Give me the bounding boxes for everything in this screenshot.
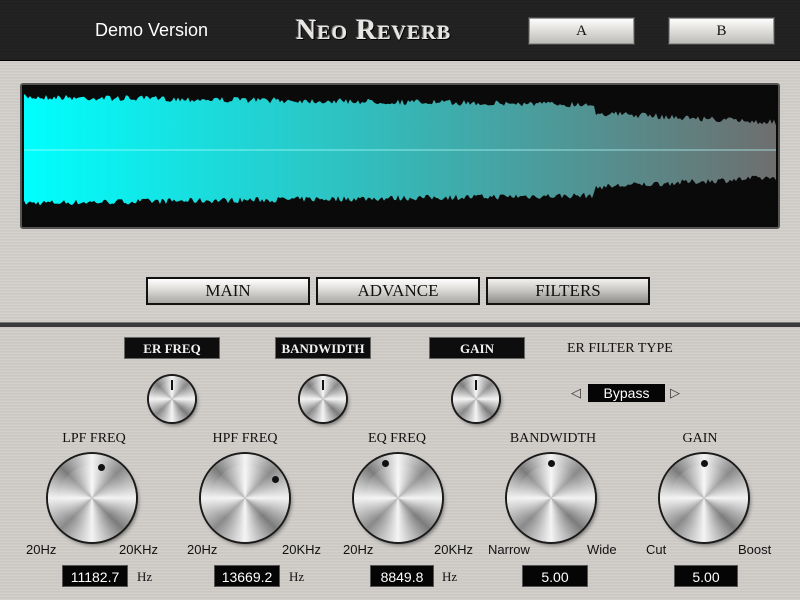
lpf-max-label: 20KHz	[119, 542, 159, 557]
waveform-display	[20, 83, 780, 229]
eq-bandwidth-knob[interactable]	[507, 454, 595, 542]
bandwidth-min-label: Narrow	[488, 542, 530, 557]
eq-min-label: 20Hz	[343, 542, 374, 557]
lpf-freq-title: LPF FREQ	[62, 431, 126, 446]
hpf-max-label: 20KHz	[282, 542, 322, 557]
preset-b-button[interactable]: B	[668, 17, 775, 45]
bandwidth-value[interactable]: 5.00	[522, 565, 588, 587]
gain-value[interactable]: 5.00	[674, 565, 738, 587]
plugin-title: Neo Reverb	[296, 15, 452, 46]
gain-min-label: Cut	[646, 542, 667, 557]
demo-version-label: Demo Version	[95, 20, 209, 40]
tab-main[interactable]: MAIN	[146, 277, 310, 305]
hpf-freq-knob[interactable]	[201, 454, 289, 542]
upper-panel: MAIN ADVANCE FILTERS	[0, 61, 800, 323]
eq-gain-title: GAIN	[682, 431, 718, 446]
eq-freq-knob[interactable]	[354, 454, 442, 542]
er-freq-knob[interactable]	[149, 376, 195, 422]
er-bandwidth-knob[interactable]	[300, 376, 346, 422]
lpf-freq-value[interactable]: 11182.7	[62, 565, 128, 587]
eq-gain-knob[interactable]	[660, 454, 748, 542]
bandwidth-max-label: Wide	[587, 542, 617, 557]
hpf-min-label: 20Hz	[187, 542, 218, 557]
er-gain-knob[interactable]	[453, 376, 499, 422]
filter-type-value[interactable]: Bypass	[588, 384, 665, 402]
er-bandwidth-label: BANDWIDTH	[275, 337, 371, 359]
hpf-freq-title: HPF FREQ	[212, 431, 278, 446]
tab-filters[interactable]: FILTERS	[486, 277, 650, 305]
filter-type-prev-arrow-icon[interactable]: ◁	[571, 385, 581, 401]
er-freq-label: ER FREQ	[124, 337, 220, 359]
lpf-min-label: 20Hz	[26, 542, 57, 557]
eq-unit-label: Hz	[442, 569, 458, 584]
lpf-unit-label: Hz	[137, 569, 153, 584]
waveform-graph	[24, 94, 776, 206]
tab-advance[interactable]: ADVANCE	[316, 277, 480, 305]
eq-freq-title: EQ FREQ	[368, 431, 426, 446]
hpf-freq-value[interactable]: 13669.2	[214, 565, 280, 587]
hpf-unit-label: Hz	[289, 569, 305, 584]
er-gain-label: GAIN	[429, 337, 525, 359]
er-filter-type-label: ER FILTER TYPE	[567, 341, 673, 356]
eq-bandwidth-title: BANDWIDTH	[509, 431, 597, 446]
lpf-freq-knob[interactable]	[48, 454, 136, 542]
filter-type-next-arrow-icon[interactable]: ▷	[670, 385, 680, 401]
eq-max-label: 20KHz	[434, 542, 474, 557]
header-bar: Demo Version Neo Reverb A B	[0, 0, 800, 61]
preset-a-button[interactable]: A	[528, 17, 635, 45]
eq-freq-value[interactable]: 8849.8	[370, 565, 434, 587]
gain-max-label: Boost	[738, 542, 772, 557]
